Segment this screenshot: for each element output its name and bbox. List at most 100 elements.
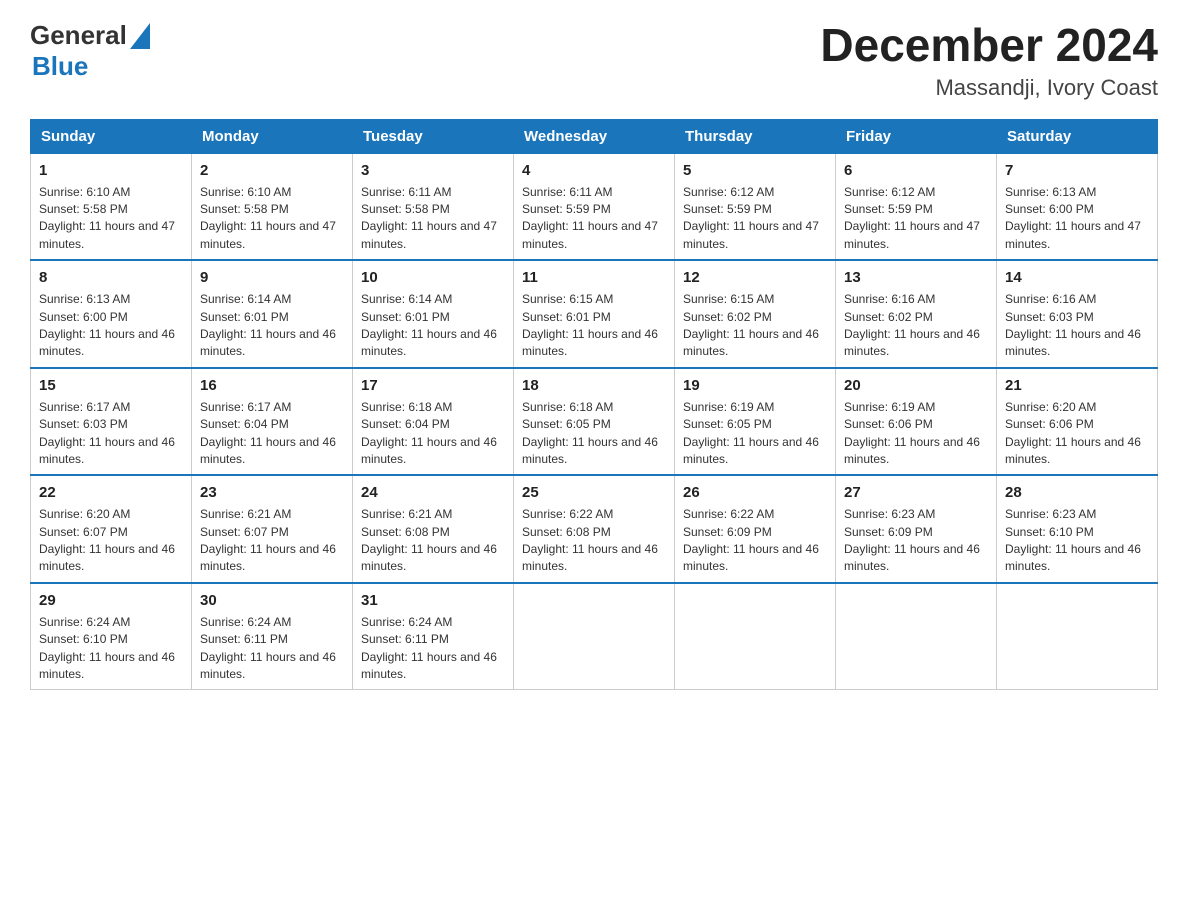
day-info: Sunrise: 6:18 AMSunset: 6:05 PMDaylight:…: [522, 399, 666, 469]
day-info: Sunrise: 6:20 AMSunset: 6:06 PMDaylight:…: [1005, 399, 1149, 469]
day-info: Sunrise: 6:14 AMSunset: 6:01 PMDaylight:…: [200, 291, 344, 361]
calendar-cell: 14Sunrise: 6:16 AMSunset: 6:03 PMDayligh…: [997, 260, 1158, 368]
day-info: Sunrise: 6:10 AMSunset: 5:58 PMDaylight:…: [39, 184, 183, 254]
calendar-cell: 16 Sunrise: 6:17 AMSunset: 6:04 PMDayligh…: [192, 368, 353, 476]
day-number: 3: [361, 160, 505, 181]
day-number: 31: [361, 590, 505, 611]
calendar-cell: 2Sunrise: 6:10 AMSunset: 5:58 PMDaylight…: [192, 153, 353, 260]
day-number: 11: [522, 267, 666, 288]
day-number: 17: [361, 375, 505, 396]
col-header-friday: Friday: [836, 119, 997, 153]
col-header-monday: Monday: [192, 119, 353, 153]
calendar-cell: 12 Sunrise: 6:15 AMSunset: 6:02 PMDayligh…: [675, 260, 836, 368]
calendar-cell: 13Sunrise: 6:16 AMSunset: 6:02 PMDayligh…: [836, 260, 997, 368]
calendar-cell: 24 Sunrise: 6:21 AMSunset: 6:08 PMDayligh…: [353, 475, 514, 583]
day-number: 9: [200, 267, 344, 288]
calendar-cell: 7Sunrise: 6:13 AMSunset: 6:00 PMDaylight…: [997, 153, 1158, 260]
day-number: 28: [1005, 482, 1149, 503]
calendar-cell: 22 Sunrise: 6:20 AMSunset: 6:07 PMDayligh…: [31, 475, 192, 583]
calendar-cell: 21 Sunrise: 6:20 AMSunset: 6:06 PMDayligh…: [997, 368, 1158, 476]
col-header-sunday: Sunday: [31, 119, 192, 153]
day-number: 14: [1005, 267, 1149, 288]
day-info: Sunrise: 6:22 AMSunset: 6:09 PMDaylight:…: [683, 506, 827, 576]
day-info: Sunrise: 6:24 AMSunset: 6:11 PMDaylight:…: [200, 614, 344, 684]
calendar-cell: 6 Sunrise: 6:12 AMSunset: 5:59 PMDaylight…: [836, 153, 997, 260]
day-number: 19: [683, 375, 827, 396]
calendar-cell: 10 Sunrise: 6:14 AMSunset: 6:01 PMDayligh…: [353, 260, 514, 368]
day-info: Sunrise: 6:20 AMSunset: 6:07 PMDaylight:…: [39, 506, 183, 576]
calendar-title-area: December 2024 Massandji, Ivory Coast: [820, 20, 1158, 101]
calendar-week-row: 1 Sunrise: 6:10 AMSunset: 5:58 PMDaylight…: [31, 153, 1158, 260]
day-number: 21: [1005, 375, 1149, 396]
day-info: Sunrise: 6:22 AMSunset: 6:08 PMDaylight:…: [522, 506, 666, 576]
logo-blue-text: Blue: [32, 51, 88, 81]
day-number: 27: [844, 482, 988, 503]
col-header-thursday: Thursday: [675, 119, 836, 153]
day-info: Sunrise: 6:12 AMSunset: 5:59 PMDaylight:…: [683, 184, 827, 254]
col-header-tuesday: Tuesday: [353, 119, 514, 153]
calendar-cell: 17 Sunrise: 6:18 AMSunset: 6:04 PMDayligh…: [353, 368, 514, 476]
day-info: Sunrise: 6:24 AMSunset: 6:11 PMDaylight:…: [361, 614, 505, 684]
day-info: Sunrise: 6:23 AMSunset: 6:10 PMDaylight:…: [1005, 506, 1149, 576]
calendar-cell: [836, 583, 997, 690]
calendar-cell: 31 Sunrise: 6:24 AMSunset: 6:11 PMDayligh…: [353, 583, 514, 690]
calendar-cell: 27 Sunrise: 6:23 AMSunset: 6:09 PMDayligh…: [836, 475, 997, 583]
day-number: 20: [844, 375, 988, 396]
calendar-cell: 8 Sunrise: 6:13 AMSunset: 6:00 PMDaylight…: [31, 260, 192, 368]
day-info: Sunrise: 6:24 AMSunset: 6:10 PMDaylight:…: [39, 614, 183, 684]
day-number: 12: [683, 267, 827, 288]
day-info: Sunrise: 6:17 AMSunset: 6:04 PMDaylight:…: [200, 399, 344, 469]
day-number: 4: [522, 160, 666, 181]
day-info: Sunrise: 6:19 AMSunset: 6:06 PMDaylight:…: [844, 399, 988, 469]
day-number: 23: [200, 482, 344, 503]
calendar-header-row: SundayMondayTuesdayWednesdayThursdayFrid…: [31, 119, 1158, 153]
day-number: 30: [200, 590, 344, 611]
day-number: 16: [200, 375, 344, 396]
day-number: 24: [361, 482, 505, 503]
page-header: General Blue December 2024 Massandji, Iv…: [30, 20, 1158, 101]
calendar-cell: 18Sunrise: 6:18 AMSunset: 6:05 PMDayligh…: [514, 368, 675, 476]
day-number: 6: [844, 160, 988, 181]
day-info: Sunrise: 6:12 AMSunset: 5:59 PMDaylight:…: [844, 184, 988, 254]
day-number: 25: [522, 482, 666, 503]
calendar-table: SundayMondayTuesdayWednesdayThursdayFrid…: [30, 119, 1158, 691]
calendar-cell: 11 Sunrise: 6:15 AMSunset: 6:01 PMDayligh…: [514, 260, 675, 368]
calendar-cell: 1 Sunrise: 6:10 AMSunset: 5:58 PMDaylight…: [31, 153, 192, 260]
calendar-week-row: 8 Sunrise: 6:13 AMSunset: 6:00 PMDaylight…: [31, 260, 1158, 368]
month-year-title: December 2024: [820, 20, 1158, 71]
day-info: Sunrise: 6:15 AMSunset: 6:02 PMDaylight:…: [683, 291, 827, 361]
calendar-cell: 28 Sunrise: 6:23 AMSunset: 6:10 PMDayligh…: [997, 475, 1158, 583]
calendar-week-row: 15 Sunrise: 6:17 AMSunset: 6:03 PMDayligh…: [31, 368, 1158, 476]
day-info: Sunrise: 6:13 AMSunset: 6:00 PMDaylight:…: [39, 291, 183, 361]
logo: General Blue: [30, 20, 150, 82]
day-info: Sunrise: 6:18 AMSunset: 6:04 PMDaylight:…: [361, 399, 505, 469]
day-info: Sunrise: 6:15 AMSunset: 6:01 PMDaylight:…: [522, 291, 666, 361]
calendar-cell: 23Sunrise: 6:21 AMSunset: 6:07 PMDayligh…: [192, 475, 353, 583]
calendar-cell: 19Sunrise: 6:19 AMSunset: 6:05 PMDayligh…: [675, 368, 836, 476]
calendar-cell: 15 Sunrise: 6:17 AMSunset: 6:03 PMDayligh…: [31, 368, 192, 476]
day-info: Sunrise: 6:21 AMSunset: 6:08 PMDaylight:…: [361, 506, 505, 576]
calendar-cell: [997, 583, 1158, 690]
day-number: 10: [361, 267, 505, 288]
day-number: 8: [39, 267, 183, 288]
day-number: 22: [39, 482, 183, 503]
day-info: Sunrise: 6:17 AMSunset: 6:03 PMDaylight:…: [39, 399, 183, 469]
calendar-week-row: 22 Sunrise: 6:20 AMSunset: 6:07 PMDayligh…: [31, 475, 1158, 583]
calendar-cell: 4 Sunrise: 6:11 AMSunset: 5:59 PMDaylight…: [514, 153, 675, 260]
day-info: Sunrise: 6:23 AMSunset: 6:09 PMDaylight:…: [844, 506, 988, 576]
day-info: Sunrise: 6:14 AMSunset: 6:01 PMDaylight:…: [361, 291, 505, 361]
day-number: 13: [844, 267, 988, 288]
col-header-saturday: Saturday: [997, 119, 1158, 153]
day-info: Sunrise: 6:10 AMSunset: 5:58 PMDaylight:…: [200, 184, 344, 254]
calendar-week-row: 29 Sunrise: 6:24 AMSunset: 6:10 PMDayligh…: [31, 583, 1158, 690]
logo-triangle-icon: [130, 23, 150, 49]
day-number: 29: [39, 590, 183, 611]
day-number: 26: [683, 482, 827, 503]
day-number: 15: [39, 375, 183, 396]
day-number: 1: [39, 160, 183, 181]
calendar-cell: 9 Sunrise: 6:14 AMSunset: 6:01 PMDaylight…: [192, 260, 353, 368]
location-title: Massandji, Ivory Coast: [820, 75, 1158, 101]
day-info: Sunrise: 6:11 AMSunset: 5:59 PMDaylight:…: [522, 184, 666, 254]
calendar-cell: 29 Sunrise: 6:24 AMSunset: 6:10 PMDayligh…: [31, 583, 192, 690]
calendar-cell: 5Sunrise: 6:12 AMSunset: 5:59 PMDaylight…: [675, 153, 836, 260]
